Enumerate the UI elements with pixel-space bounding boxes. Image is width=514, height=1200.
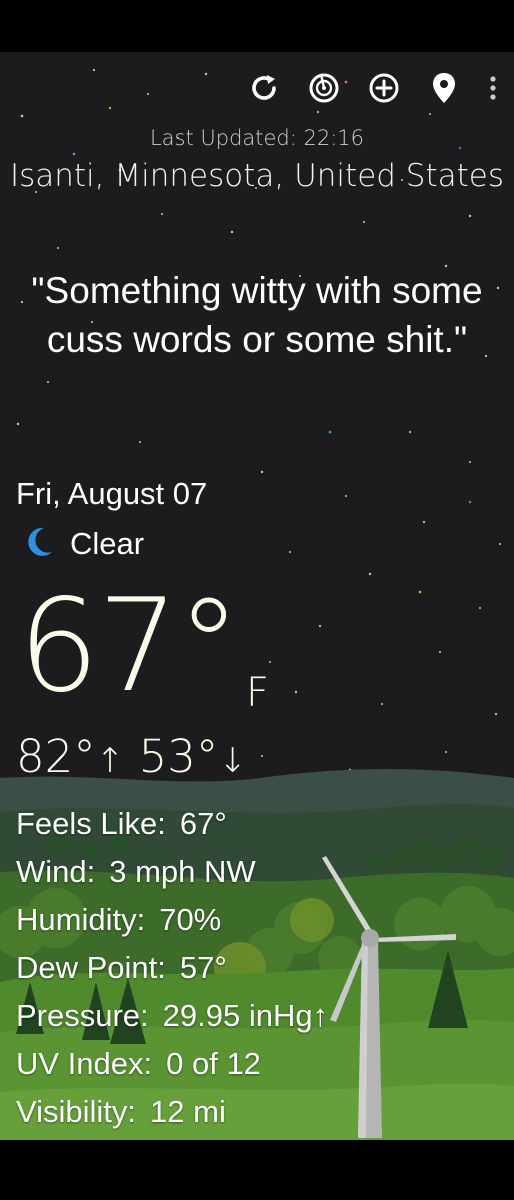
- detail-value: 67°: [179, 806, 227, 841]
- witty-quote: "Something witty with some cuss words or…: [31, 270, 483, 360]
- detail-value: 70%: [159, 902, 222, 937]
- weather-screen: Last Updated: 22:16 Isanti, Minnesota, U…: [0, 52, 514, 1140]
- current-temperature: 67°: [18, 572, 241, 721]
- radar-icon: [307, 71, 341, 110]
- last-updated-text: Last Updated: 22:16: [149, 126, 365, 150]
- location-title[interactable]: Isanti, Minnesota, United States: [0, 158, 514, 194]
- detail-label: Feels Like:: [16, 806, 166, 841]
- refresh-button[interactable]: [244, 70, 284, 110]
- detail-value: 12 mi: [150, 1094, 226, 1129]
- detail-row-wind: Wind: 3 mph NW: [16, 852, 328, 900]
- crescent-moon-icon: [22, 525, 54, 564]
- up-arrow-icon: ↑: [95, 741, 125, 781]
- detail-label: Visibility:: [16, 1094, 137, 1129]
- detail-value: 3 mph NW: [109, 854, 256, 889]
- app-toolbar: [224, 70, 500, 110]
- weather-details-list: Feels Like: 67° Wind: 3 mph NW Humidity: 70…: [16, 804, 328, 1140]
- detail-row-feels-like: Feels Like: 67°: [16, 804, 328, 852]
- overflow-menu-icon: [489, 75, 497, 106]
- detail-value: 29.95 inHg↑: [162, 998, 329, 1033]
- detail-row-visibility: Visibility: 12 mi: [16, 1092, 328, 1140]
- detail-label: Dew Point:: [16, 950, 166, 985]
- detail-label: Wind:: [16, 854, 96, 889]
- detail-value: 0 of 12: [166, 1046, 261, 1081]
- current-condition: Clear: [22, 524, 144, 564]
- location-button[interactable]: [424, 70, 464, 110]
- high-low-temperatures: 82°↑ 53°↓: [16, 730, 247, 783]
- detail-label: Humidity:: [16, 902, 146, 937]
- radar-button[interactable]: [304, 70, 344, 110]
- condition-label: Clear: [70, 526, 145, 561]
- detail-row-dew-point: Dew Point: 57°: [16, 948, 328, 996]
- date-label: Fri, August 07: [16, 476, 208, 511]
- detail-row-humidity: Humidity: 70%: [16, 900, 328, 948]
- add-location-button[interactable]: [364, 70, 404, 110]
- detail-value: 57°: [179, 950, 227, 985]
- location-pin-icon: [430, 71, 458, 110]
- detail-label: Pressure:: [16, 998, 149, 1033]
- temperature-unit[interactable]: F: [246, 670, 269, 716]
- detail-row-uv-index: UV Index: 0 of 12: [16, 1044, 328, 1092]
- high-temperature: 82°: [16, 730, 96, 783]
- detail-label: UV Index:: [16, 1046, 153, 1081]
- low-temperature: 53°: [138, 730, 219, 783]
- detail-row-pressure: Pressure: 29.95 inHg↑: [16, 996, 328, 1044]
- add-location-icon: [367, 71, 401, 110]
- overflow-menu-button[interactable]: [486, 70, 500, 110]
- refresh-icon: [247, 71, 281, 110]
- down-arrow-icon: ↓: [218, 741, 247, 781]
